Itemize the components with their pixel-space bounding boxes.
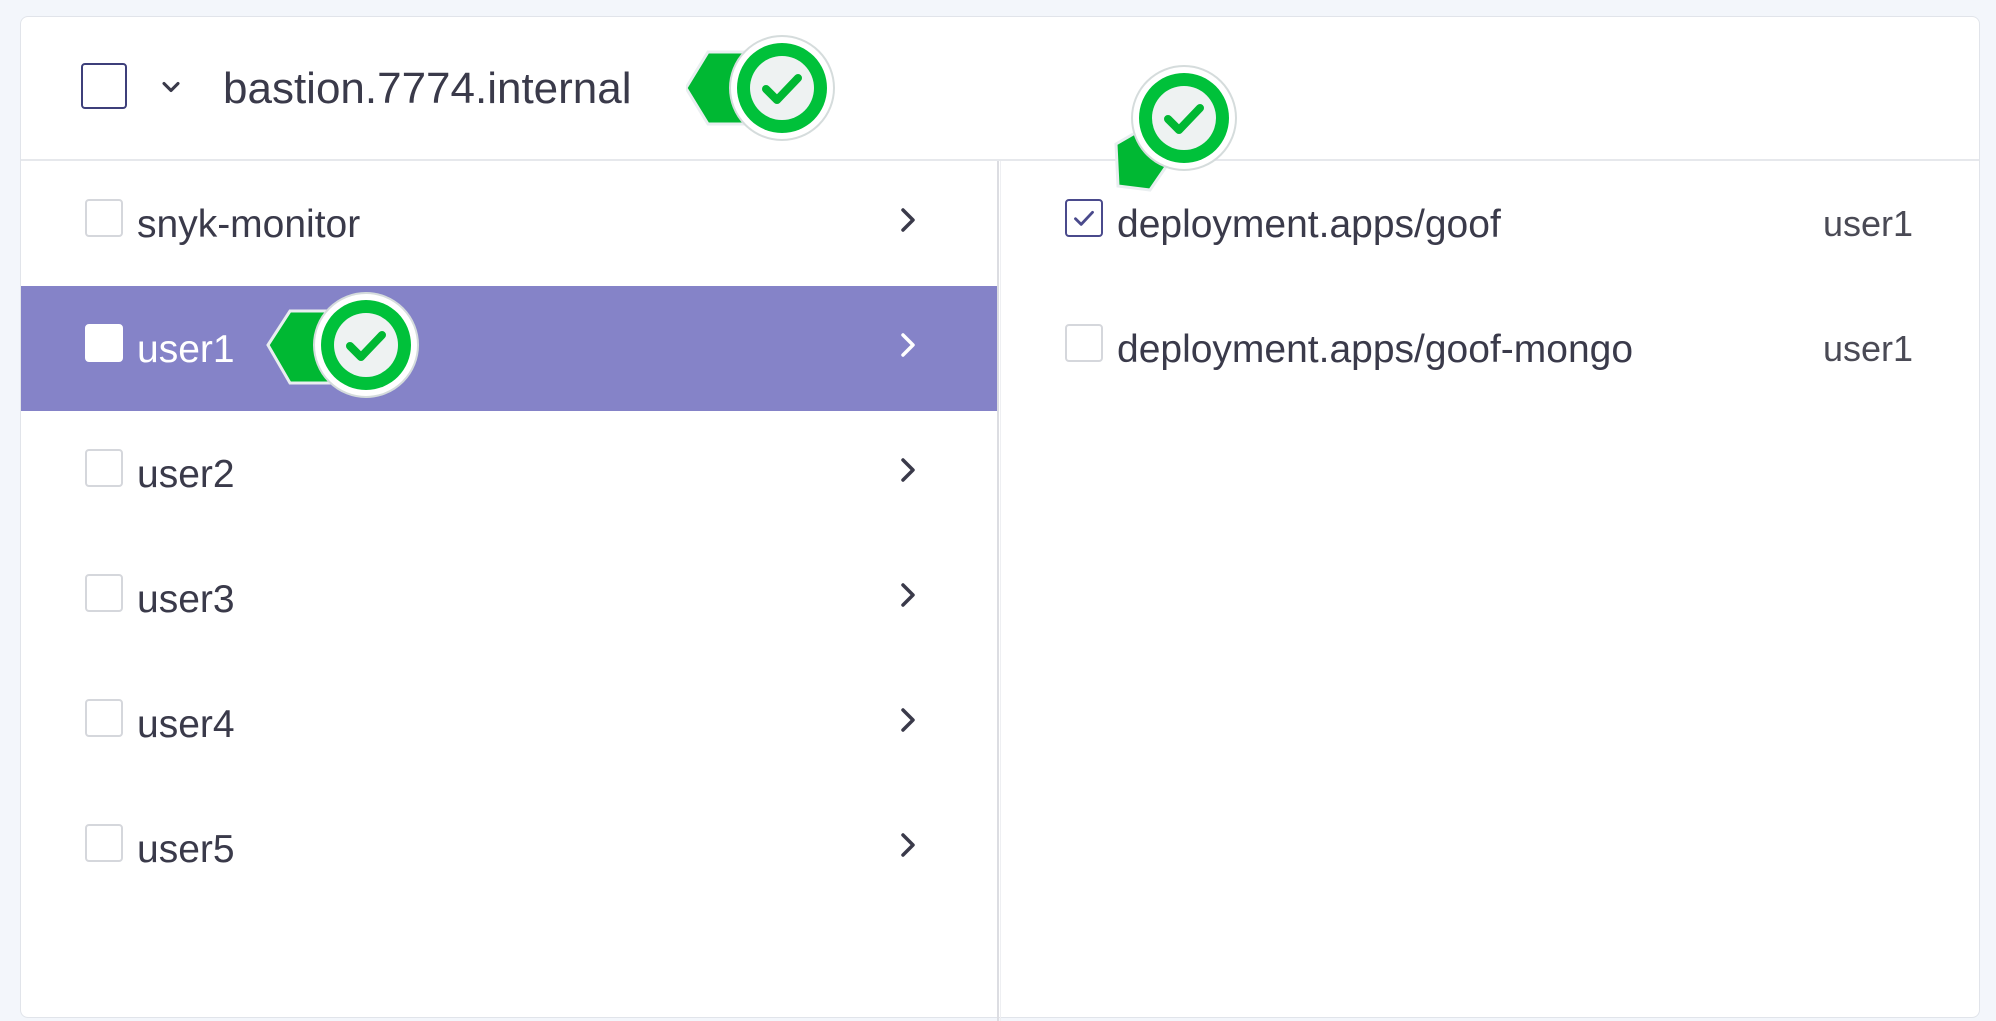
namespace-checkbox[interactable] [85, 824, 123, 862]
namespace-row-user2[interactable]: user2 [21, 411, 997, 536]
cluster-select-all-checkbox[interactable] [81, 63, 127, 109]
namespace-checkbox[interactable] [85, 449, 123, 487]
namespace-label: user4 [137, 703, 235, 746]
monitored-badge-icon [266, 292, 419, 398]
namespace-label: user1 [137, 328, 235, 371]
workload-selector-panel: bastion.7774.internal snyk-monitor user1… [20, 16, 1980, 1021]
workload-namespace: user1 [1822, 203, 1913, 244]
namespace-label: snyk-monitor [137, 203, 361, 246]
workload-label: deployment.apps/goof [1117, 203, 1501, 246]
workload-namespace: user1 [1822, 328, 1913, 369]
workload-row-goof-mongo[interactable]: deployment.apps/goof-mongo user1 [1001, 286, 1979, 411]
namespace-checkbox[interactable] [85, 574, 123, 612]
monitored-badge-icon [1114, 65, 1237, 192]
chevron-right-icon[interactable] [893, 328, 923, 362]
workload-checkbox-checked[interactable] [1065, 199, 1103, 237]
workload-checkbox[interactable] [1065, 324, 1103, 362]
chevron-right-icon[interactable] [893, 578, 923, 612]
namespace-row-user4[interactable]: user4 [21, 661, 997, 786]
chevron-right-icon[interactable] [893, 453, 923, 487]
namespace-row-user3[interactable]: user3 [21, 536, 997, 661]
namespace-checkbox[interactable] [85, 324, 123, 362]
workload-list: deployment.apps/goof user1 deployment.ap… [1001, 161, 1979, 411]
namespace-label: user5 [137, 828, 235, 871]
workload-label: deployment.apps/goof-mongo [1117, 328, 1634, 371]
namespace-label: user3 [137, 578, 235, 621]
cluster-title: bastion.7774.internal [223, 64, 632, 113]
namespace-row-snyk-monitor[interactable]: snyk-monitor [21, 161, 997, 286]
namespace-row-user5[interactable]: user5 [21, 786, 997, 911]
namespace-checkbox[interactable] [85, 199, 123, 237]
chevron-right-icon[interactable] [893, 828, 923, 862]
namespace-row-user1[interactable]: user1 [21, 286, 997, 411]
chevron-right-icon[interactable] [893, 203, 923, 237]
chevron-down-icon[interactable] [157, 73, 185, 101]
checkmark-icon [1074, 210, 1094, 226]
namespace-list: snyk-monitor user1 user2 user3 user4 use… [21, 161, 997, 911]
cluster-header: bastion.7774.internal [21, 17, 1979, 161]
chevron-right-icon[interactable] [893, 703, 923, 737]
namespace-checkbox[interactable] [85, 699, 123, 737]
monitored-badge-icon [686, 35, 835, 141]
namespace-label: user2 [137, 453, 235, 496]
